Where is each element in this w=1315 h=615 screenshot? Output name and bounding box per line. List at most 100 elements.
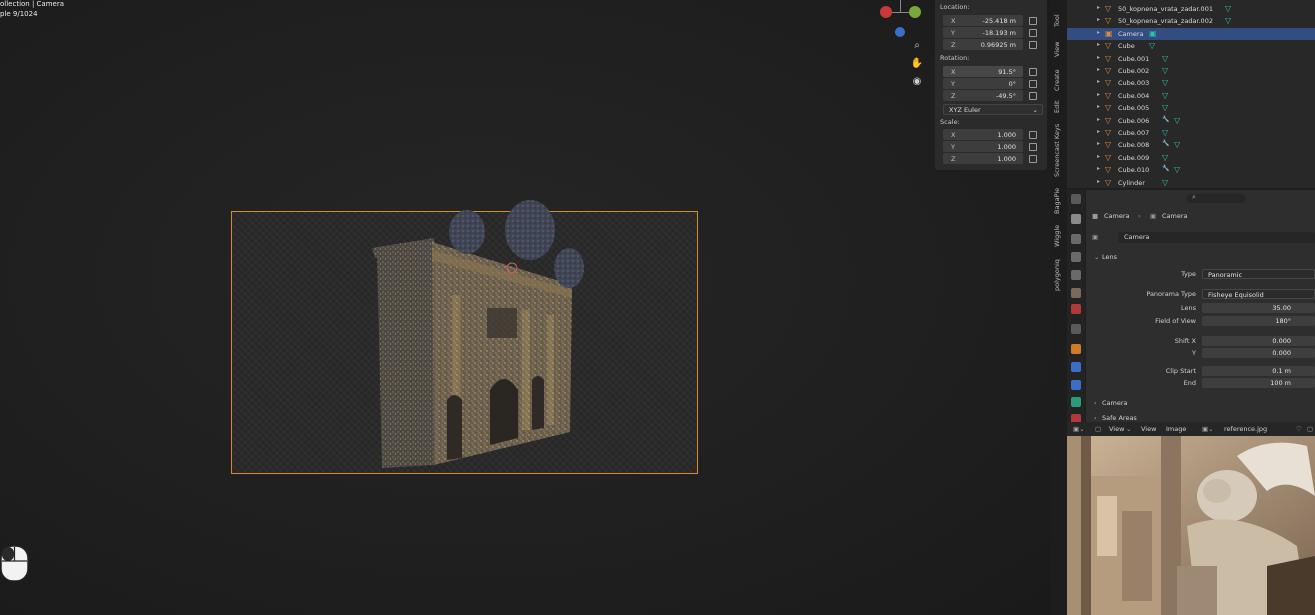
camera-section-header[interactable]: Camera — [1102, 399, 1128, 407]
mesh-data-icon[interactable]: ▽ — [1162, 178, 1168, 187]
tab-screencast-keys[interactable]: Screencast Keys — [1053, 122, 1065, 178]
gizmo-z-axis[interactable] — [895, 27, 905, 37]
lock-icon[interactable] — [1029, 41, 1037, 49]
3d-viewport[interactable]: ollection | Camera ple 9/1024 ⌕ ✋ ◉ — [0, 0, 1055, 615]
object-icon[interactable] — [1071, 344, 1081, 354]
outliner-item[interactable]: ▸ ▽ Cube.008 🔧 ▽ — [1067, 139, 1315, 151]
tab-view[interactable]: View — [1053, 38, 1065, 60]
mesh-data-icon[interactable]: ▽ — [1162, 91, 1168, 100]
lock-icon[interactable] — [1029, 155, 1037, 163]
lock-icon[interactable] — [1029, 143, 1037, 151]
expand-arrow-icon[interactable]: ▸ — [1097, 91, 1100, 98]
expand-arrow-icon[interactable]: ▸ — [1097, 41, 1100, 48]
expand-arrow-icon[interactable]: ▸ — [1097, 16, 1100, 23]
field-of-view-field[interactable]: 180° — [1202, 316, 1315, 326]
view-layer-icon[interactable] — [1071, 270, 1081, 280]
scale-y-field[interactable]: Y 1.000 — [943, 141, 1023, 152]
outliner-item[interactable]: ▸ ▽ 50_kopnena_vrata_zadar.001 ▽ — [1067, 3, 1315, 15]
chevron-right-icon[interactable]: › — [1094, 399, 1097, 407]
zoom-icon[interactable]: ⌕ — [910, 39, 924, 53]
mesh-data-icon[interactable]: ▽ — [1174, 140, 1180, 149]
safe-areas-section-header[interactable]: Safe Areas — [1102, 414, 1137, 422]
menu-view[interactable]: View — [1141, 425, 1156, 433]
outliner-item[interactable]: ▸ ▽ Cube.004 ▽ — [1067, 90, 1315, 102]
location-y-field[interactable]: Y -18.193 m — [943, 27, 1023, 38]
menu-image[interactable]: Image — [1166, 425, 1186, 433]
tab-tool[interactable]: Tool — [1053, 10, 1065, 32]
pan-hand-icon[interactable]: ✋ — [910, 57, 924, 71]
location-x-field[interactable]: X -25.418 m — [943, 15, 1023, 26]
shift-x-field[interactable]: 0.000 — [1202, 336, 1315, 346]
mesh-data-icon[interactable]: ▽ — [1162, 66, 1168, 75]
wrench-icon[interactable]: 🔧 — [1162, 116, 1169, 123]
expand-arrow-icon[interactable]: ▸ — [1097, 116, 1100, 123]
outliner-item[interactable]: ▸ ▽ Cube.010 🔧 ▽ — [1067, 164, 1315, 176]
mesh-data-icon[interactable]: ▽ — [1162, 128, 1168, 137]
rotation-x-field[interactable]: X 91.5° — [943, 66, 1023, 77]
lens-section-header[interactable]: Lens — [1102, 253, 1117, 261]
render-icon[interactable] — [1071, 234, 1081, 244]
expand-arrow-icon[interactable]: ▸ — [1097, 78, 1100, 85]
editor-type-icon[interactable]: ▣⌄ — [1073, 425, 1085, 433]
lock-icon[interactable] — [1029, 80, 1037, 88]
location-z-field[interactable]: Z 0.96925 m — [943, 39, 1023, 50]
chevron-right-icon[interactable]: › — [1094, 414, 1097, 422]
clip-start-field[interactable]: 0.1 m — [1202, 366, 1315, 376]
rotation-mode-dropdown[interactable]: XYZ Euler ⌄ — [943, 104, 1043, 115]
mesh-data-icon[interactable]: ▽ — [1174, 116, 1180, 125]
gizmo-x-axis[interactable] — [880, 6, 892, 18]
new-image-icon[interactable]: ▢ — [1307, 425, 1313, 433]
mesh-data-icon[interactable]: ▽ — [1162, 103, 1168, 112]
outliner[interactable]: ▸ ▽ 50_kopnena_vrata_zadar.001 ▽ ▸ ▽ 50_kopnen… — [1067, 0, 1315, 188]
mesh-data-icon[interactable]: ▽ — [1149, 41, 1155, 50]
mesh-data-icon[interactable]: ▽ — [1162, 78, 1168, 87]
scale-z-field[interactable]: Z 1.000 — [943, 153, 1023, 164]
mesh-data-icon[interactable]: ▽ — [1162, 54, 1168, 63]
lock-icon[interactable] — [1029, 17, 1037, 25]
panorama-type-select[interactable]: Fisheye Equisolid — [1202, 289, 1315, 299]
editor-type-icon[interactable] — [1071, 194, 1081, 204]
physics-icon[interactable] — [1071, 362, 1081, 372]
image-mode-icon[interactable]: ▢ — [1095, 425, 1101, 433]
gate-model[interactable] — [372, 200, 592, 470]
expand-arrow-icon[interactable]: ▸ — [1097, 140, 1100, 147]
expand-arrow-icon[interactable]: ▸ — [1097, 4, 1100, 11]
tab-bagapie[interactable]: BagaPie — [1053, 186, 1065, 216]
outliner-item[interactable]: ▸ ▣ Camera ▣ — [1067, 27, 1315, 40]
lock-icon[interactable] — [1029, 68, 1037, 76]
output-icon[interactable] — [1071, 252, 1081, 262]
image-browse-icon[interactable]: ▣⌄ — [1202, 425, 1214, 433]
outliner-item[interactable]: ▸ ▽ Cube ▽ — [1067, 40, 1315, 52]
rotation-y-field[interactable]: Y 0° — [943, 78, 1023, 89]
mesh-data-icon[interactable]: ▽ — [1225, 4, 1231, 13]
expand-arrow-icon[interactable]: ▸ — [1097, 153, 1100, 160]
tab-edit[interactable]: Edit — [1053, 98, 1065, 116]
menu-view-mode[interactable]: View — [1109, 425, 1124, 433]
expand-arrow-icon[interactable]: ▸ — [1097, 103, 1100, 110]
data-name-field[interactable]: Camera — [1118, 232, 1315, 243]
outliner-item[interactable]: ▸ ▽ Cylinder ▽ — [1067, 177, 1315, 189]
mesh-data-icon[interactable]: ▽ — [1174, 165, 1180, 174]
camera-view-icon[interactable]: ◉ — [910, 75, 924, 89]
lock-icon[interactable] — [1029, 92, 1037, 100]
scale-x-field[interactable]: X 1.000 — [943, 129, 1023, 140]
shift-y-field[interactable]: 0.000 — [1202, 348, 1315, 358]
rotation-z-field[interactable]: Z -49.5° — [943, 90, 1023, 101]
expand-arrow-icon[interactable]: ▸ — [1097, 54, 1100, 61]
outliner-item[interactable]: ▸ ▽ Cube.005 ▽ — [1067, 102, 1315, 114]
tab-create[interactable]: Create — [1053, 66, 1065, 94]
fake-user-icon[interactable]: ♡ — [1296, 425, 1302, 433]
camera-data-icon[interactable]: ▣ — [1149, 29, 1157, 38]
outliner-item[interactable]: ▸ ▽ Cube.006 🔧 ▽ — [1067, 115, 1315, 127]
type-select[interactable]: Panoramic — [1202, 269, 1315, 279]
expand-arrow-icon[interactable]: ▸ — [1097, 29, 1100, 36]
mesh-data-icon[interactable]: ▽ — [1225, 16, 1231, 25]
constraints-icon[interactable] — [1071, 380, 1081, 390]
clip-end-field[interactable]: 100 m — [1202, 378, 1315, 388]
outliner-item[interactable]: ▸ ▽ Cube.007 ▽ — [1067, 127, 1315, 139]
outliner-item[interactable]: ▸ ▽ Cube.009 ▽ — [1067, 152, 1315, 164]
lock-icon[interactable] — [1029, 131, 1037, 139]
mesh-data-icon[interactable]: ▽ — [1162, 153, 1168, 162]
lock-icon[interactable] — [1029, 29, 1037, 37]
properties-search[interactable]: ⌕ — [1186, 193, 1246, 203]
